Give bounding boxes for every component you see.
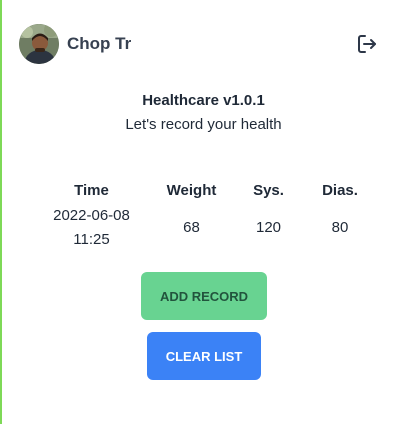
cell-sys: 120: [255, 219, 282, 236]
user-name: Chop Tr: [67, 34, 132, 53]
cell-dias: 80: [331, 219, 349, 236]
app-header: Chop Tr: [19, 24, 381, 64]
app-subtitle: Let's record your health: [125, 116, 282, 133]
user-avatar-image: [19, 24, 59, 64]
cell-time: 2022-06-08 11:25: [30, 202, 153, 254]
app-title: Healthcare v1.0.1: [142, 92, 265, 109]
table-row: 2022-06-08 11:25 68 120 80: [30, 202, 373, 254]
clear-list-button[interactable]: CLEAR LIST: [147, 332, 261, 380]
table-header-row: Time Weight Sys. Dias.: [30, 178, 373, 202]
avatar[interactable]: [19, 24, 59, 64]
add-record-button[interactable]: ADD RECORD: [141, 272, 267, 320]
cell-weight: 68: [183, 219, 200, 236]
records-table: Time Weight Sys. Dias. 2022-06-08 11:25 …: [30, 178, 373, 254]
cell-time-date: 2022-06-08: [53, 207, 130, 224]
logout-icon: [358, 35, 376, 53]
column-header-sys: Sys.: [253, 181, 284, 199]
column-header-time: Time: [74, 181, 109, 199]
left-accent-border: [0, 0, 2, 424]
column-header-weight: Weight: [166, 181, 217, 199]
cell-time-clock: 11:25: [73, 231, 110, 248]
logout-button[interactable]: [355, 32, 379, 56]
column-header-dias: Dias.: [322, 181, 358, 199]
